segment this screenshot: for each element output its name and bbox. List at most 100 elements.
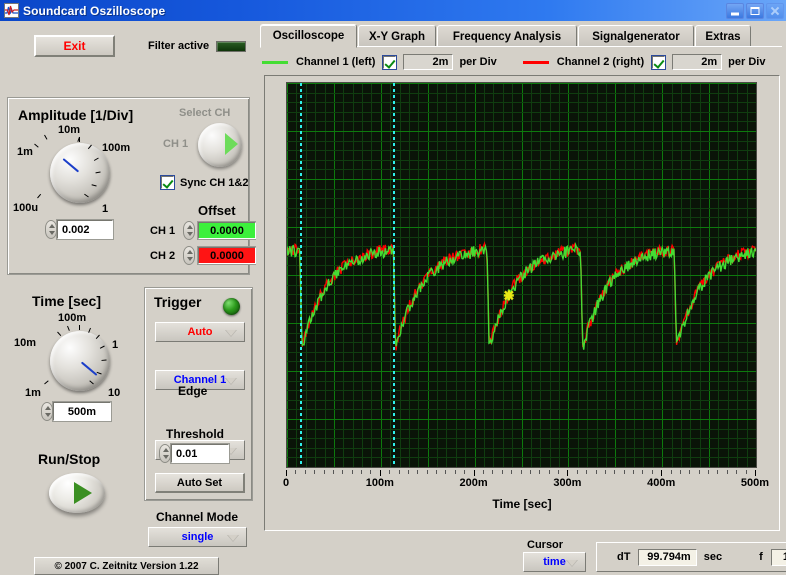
trace-channel-1 — [287, 242, 756, 350]
x-axis-tick — [295, 470, 296, 474]
maximize-button[interactable] — [746, 2, 764, 19]
amplitude-value-field[interactable]: 0.002 — [45, 219, 114, 240]
amplitude-value[interactable]: 0.002 — [56, 219, 114, 240]
time-title: Time [sec] — [32, 293, 101, 309]
sync-channels-row[interactable]: Sync CH 1&2 — [160, 175, 248, 190]
amplitude-spinner[interactable] — [45, 220, 57, 239]
x-axis-tick — [549, 470, 550, 474]
x-axis-tick — [699, 470, 700, 474]
knob-tick — [79, 325, 80, 330]
time-value-field[interactable]: 500m — [41, 401, 112, 422]
knob-tick — [44, 380, 49, 385]
x-axis-tick — [445, 470, 446, 474]
x-axis-title: Time [sec] — [492, 497, 552, 511]
x-axis-tick — [577, 470, 578, 474]
x-axis-tick — [324, 470, 325, 474]
offset-ch1-label: CH 1 — [150, 224, 176, 237]
threshold-spinner[interactable] — [159, 444, 171, 463]
cursor-1[interactable] — [300, 83, 302, 467]
close-button[interactable] — [766, 2, 784, 19]
dt-value: 99.794m — [638, 548, 697, 566]
chevron-down-icon — [566, 560, 578, 567]
cursor-marker — [503, 290, 514, 301]
play-icon — [74, 482, 92, 504]
minimize-button[interactable] — [726, 2, 744, 19]
channel2-per-div-value[interactable]: 2m — [672, 54, 723, 70]
channel1-legend-line — [262, 60, 288, 64]
offset-ch1-spinner[interactable] — [183, 221, 195, 240]
channel1-checkbox[interactable] — [382, 54, 398, 70]
time-knob-dial[interactable] — [50, 331, 110, 391]
x-axis-tick-label: 200m — [459, 477, 488, 489]
x-axis-tick — [755, 470, 756, 476]
amplitude-knob[interactable] — [50, 137, 110, 203]
tab-extras[interactable]: Extras — [695, 25, 751, 47]
tab-signalgenerator[interactable]: Signalgenerator — [578, 25, 694, 47]
x-axis-tick — [342, 470, 343, 474]
x-axis-tick — [661, 470, 662, 476]
channel-mode-dropdown[interactable]: single — [148, 527, 247, 547]
offset-row-ch2[interactable]: CH 2 0.0000 — [150, 246, 257, 265]
filter-active-led[interactable] — [216, 41, 246, 52]
offset-ch2-spinner[interactable] — [183, 246, 195, 265]
sync-checkbox[interactable] — [160, 175, 175, 190]
cursor-2[interactable] — [393, 83, 395, 467]
chevron-down-icon — [225, 378, 237, 385]
exit-button[interactable]: Exit — [34, 35, 115, 57]
time-knob[interactable] — [50, 331, 110, 391]
title-bar: Soundcard Oszilloscope — [0, 0, 786, 21]
threshold-field[interactable]: 0.01 — [159, 443, 230, 464]
channel1-per-div-label: per Div — [459, 56, 497, 68]
grid-line-vertical — [756, 83, 757, 467]
channel2-per-div-label: per Div — [728, 56, 766, 68]
trigger-led — [223, 298, 240, 315]
select-ch-wedge-icon — [225, 133, 238, 155]
select-ch-value: CH 1 — [163, 138, 189, 150]
threshold-value[interactable]: 0.01 — [170, 443, 230, 464]
trigger-mode-value: Auto — [187, 326, 213, 338]
x-axis-tick — [389, 470, 390, 474]
run-stop-label: Run/Stop — [38, 451, 101, 467]
edge-label: Edge — [178, 384, 208, 398]
tab-xy-graph[interactable]: X-Y Graph — [358, 25, 436, 47]
x-axis-tick — [474, 470, 475, 476]
x-axis-tick — [511, 470, 512, 474]
trigger-panel: Trigger Auto Channel 1 Edge rising Thres… — [144, 287, 253, 501]
trigger-mode-dropdown[interactable]: Auto — [155, 322, 245, 342]
x-axis-tick — [717, 470, 718, 474]
x-axis-tick — [689, 470, 690, 474]
x-axis-tick — [427, 470, 428, 474]
select-ch-knob[interactable] — [198, 123, 242, 167]
time-spinner[interactable] — [41, 402, 53, 421]
tab-bar: Oscilloscope X-Y Graph Frequency Analysi… — [260, 24, 782, 48]
run-stop-button[interactable] — [49, 473, 105, 513]
waveform-plot[interactable] — [286, 82, 757, 468]
frequency-value: 10.021 — [770, 548, 786, 566]
x-axis-tick — [596, 470, 597, 474]
amplitude-title: Amplitude [1/Div] — [18, 107, 134, 123]
amplitude-knob-label-10m: 10m — [58, 124, 81, 136]
offset-ch2-value[interactable]: 0.0000 — [197, 246, 257, 265]
tab-frequency-analysis[interactable]: Frequency Analysis — [437, 25, 577, 47]
trigger-title: Trigger — [154, 294, 202, 310]
tab-oscilloscope[interactable]: Oscilloscope — [260, 24, 357, 48]
x-axis-tick — [633, 470, 634, 474]
x-axis-tick-label: 0 — [282, 477, 290, 489]
x-axis-tick — [361, 470, 362, 474]
channel2-checkbox[interactable] — [651, 54, 667, 70]
time-value[interactable]: 500m — [52, 401, 112, 422]
x-axis-tick — [614, 470, 615, 474]
offset-ch1-value[interactable]: 0.0000 — [197, 221, 257, 240]
cursor-mode-dropdown[interactable]: time — [523, 552, 586, 572]
channel1-per-div-value[interactable]: 2m — [403, 54, 454, 70]
x-axis-tick — [624, 470, 625, 474]
channel-settings-bar: Channel 1 (left) 2m per Div Channel 2 (r… — [262, 51, 782, 73]
threshold-label: Threshold — [166, 427, 225, 441]
offset-row-ch1[interactable]: CH 1 0.0000 — [150, 221, 257, 240]
amplitude-knob-dial[interactable] — [50, 143, 110, 203]
auto-set-button[interactable]: Auto Set — [155, 473, 245, 493]
channel1-label: Channel 1 (left) — [296, 56, 376, 68]
grid-line-horizontal — [287, 467, 756, 468]
minimize-icon — [731, 12, 739, 15]
cursor-label: Cursor — [527, 539, 564, 551]
